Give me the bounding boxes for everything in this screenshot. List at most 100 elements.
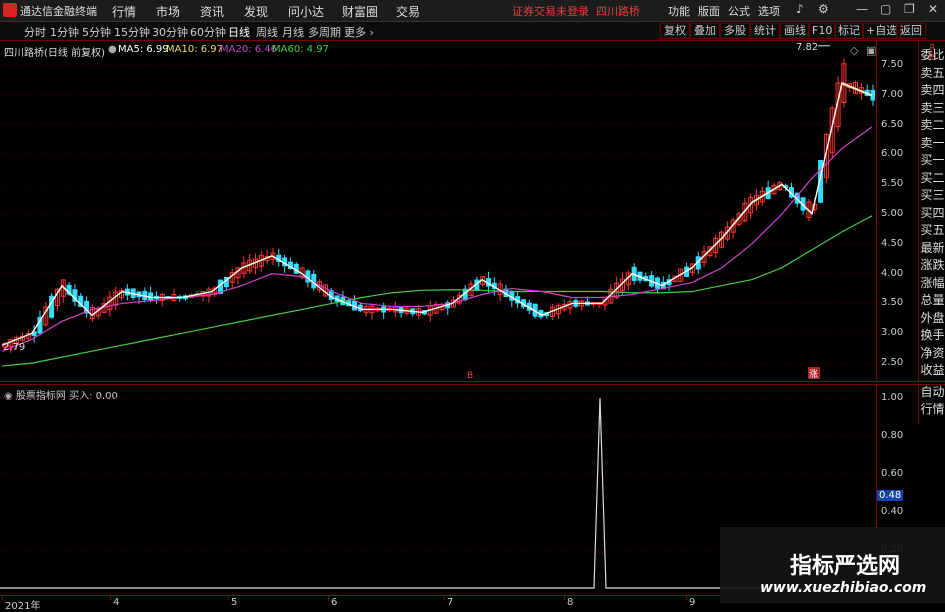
price-tick: 3.00 (881, 327, 904, 339)
price-tick: 7.50 (881, 58, 904, 70)
low-price-label: 2.79 (3, 342, 25, 353)
date-tick-mark (444, 596, 445, 600)
menu-formula[interactable]: 公式 (728, 3, 750, 19)
auto-tab-1[interactable]: 行情 (919, 403, 945, 416)
price-tick: 2.50 (881, 357, 904, 369)
signal-tick: 1.00 (881, 392, 904, 403)
signal-tick: 0.60 (881, 468, 904, 479)
side-tab-17[interactable]: 净资 (919, 346, 945, 360)
side-tab-18[interactable]: 收益 (919, 364, 945, 377)
login-notice[interactable]: 证券交易未登录 四川路桥 (512, 3, 640, 19)
tab-intraday[interactable]: 分时 (24, 24, 46, 40)
gear-icon[interactable]: ⚙ (818, 2, 829, 16)
period-toolbar: 分时 1分钟 5分钟 15分钟 30分钟 60分钟 日线 周线 月线 多周期 更… (0, 22, 945, 41)
current-signal-value: 0.48 (877, 489, 904, 501)
price-tick: 4.00 (881, 267, 904, 279)
side-tab-6[interactable]: 买一 (919, 154, 945, 167)
side-tab-11[interactable]: 最新 (919, 241, 945, 255)
rise-marker: 涨 (809, 369, 818, 380)
stock-name-title: 四川路桥 (596, 5, 640, 18)
watermark-title: 指标严选网 (790, 554, 901, 579)
menu-assistant[interactable]: 问小达 (288, 3, 324, 20)
watermark-url: www.xuezhibiao.com (760, 580, 927, 596)
side-tab-15[interactable]: 外盘 (919, 311, 945, 325)
f10-button[interactable]: F10 (808, 23, 837, 39)
side-tab-5[interactable]: 卖一 (919, 136, 945, 150)
menu-function[interactable]: 功能 (668, 3, 690, 19)
price-tick: 3.50 (881, 297, 904, 309)
price-tick: 6.50 (881, 118, 904, 130)
date-tick: 5 (231, 597, 238, 608)
side-tab-1[interactable]: 卖五 (919, 66, 945, 80)
side-tab-10[interactable]: 买五 (919, 224, 945, 237)
side-tab-12[interactable]: 涨跌 (919, 259, 945, 272)
side-tab-9[interactable]: 买四 (919, 206, 945, 220)
side-tab-16[interactable]: 换手 (919, 329, 945, 342)
side-tab-2[interactable]: 卖四 (919, 84, 945, 97)
signal-tick: 0.40 (881, 506, 904, 517)
side-tab-14[interactable]: 总量 (919, 294, 945, 307)
date-tick-mark (110, 596, 111, 600)
minimize-icon[interactable]: — (856, 2, 868, 16)
date-tick: 8 (567, 597, 574, 608)
side-tab-7[interactable]: 买二 (919, 171, 945, 185)
menu-market[interactable]: 市场 (156, 3, 180, 20)
price-tick: 5.50 (881, 178, 904, 190)
signal-tick: 0.80 (881, 430, 904, 441)
app-logo-icon (3, 3, 17, 17)
menu-layout[interactable]: 版面 (698, 3, 720, 19)
date-tick: 9 (689, 597, 696, 608)
date-tick-mark (686, 596, 687, 600)
menu-quotes[interactable]: 行情 (112, 3, 136, 20)
side-tab-3[interactable]: 卖三 (919, 101, 945, 115)
date-tick: 6 (331, 597, 338, 608)
high-price-label: 7.82 (796, 42, 818, 53)
menu-discover[interactable]: 发现 (244, 3, 268, 20)
date-tick-mark (228, 596, 229, 600)
side-tab-8[interactable]: 买三 (919, 189, 945, 202)
tab-5min[interactable]: 5分钟 (82, 24, 111, 40)
tab-weekly[interactable]: 周线 (256, 24, 278, 40)
tab-multi-period[interactable]: 多周期 (308, 24, 341, 40)
maximize-icon[interactable]: ▢ (880, 2, 891, 16)
draw-button[interactable]: 画线 (780, 23, 810, 39)
menu-wealth[interactable]: 财富圈 (342, 3, 378, 20)
auto-tab-0[interactable]: 自动 (919, 386, 945, 399)
tab-monthly[interactable]: 月线 (282, 24, 304, 40)
title-bar: 通达信金融终端 行情 市场 资讯 发现 问小达 财富圈 交易 证券交易未登录 四… (0, 0, 945, 22)
auto-quote-tabs: 自动 行情 (918, 384, 945, 424)
date-tick: 7 (447, 597, 454, 608)
menu-trade[interactable]: 交易 (396, 3, 420, 20)
restore-icon[interactable]: ❐ (904, 2, 915, 16)
date-tick-mark (2, 596, 3, 600)
tab-30min[interactable]: 30分钟 (152, 24, 188, 40)
back-button[interactable]: 返回 (896, 23, 926, 39)
quote-side-tabs: R 融委比 卖五 卖四 卖三 卖二 卖一 买一 买二 买三 买四 买五 最新 涨跌 涨幅 总量 外盘 换手 净资 收益 (918, 41, 945, 381)
close-icon[interactable]: ✕ (928, 2, 938, 16)
overlay-button[interactable]: 叠加 (690, 23, 720, 39)
menu-news[interactable]: 资讯 (200, 3, 224, 20)
tab-60min[interactable]: 60分钟 (190, 24, 226, 40)
adjust-button[interactable]: 复权 (660, 23, 690, 39)
price-tick: 5.00 (881, 207, 904, 219)
date-tick: 4 (113, 597, 120, 608)
mark-button[interactable]: 标记 (834, 23, 864, 39)
menu-options[interactable]: 选项 (758, 3, 780, 19)
side-tab-4[interactable]: 卖二 (919, 119, 945, 132)
date-tick-mark (328, 596, 329, 600)
tab-daily[interactable]: 日线 (228, 24, 250, 40)
multi-stock-button[interactable]: 多股 (720, 23, 750, 39)
date-tick: 2021年 (5, 601, 41, 612)
tab-1min[interactable]: 1分钟 (50, 24, 79, 40)
tab-15min[interactable]: 15分钟 (114, 24, 150, 40)
tab-more[interactable]: 更多 › (344, 24, 374, 40)
side-tab-0[interactable]: 委比 (919, 49, 945, 62)
side-tab-13[interactable]: 涨幅 (919, 276, 945, 290)
stats-button[interactable]: 统计 (750, 23, 780, 39)
price-axis: 7.50 7.00 6.50 6.00 5.50 5.00 4.50 4.00 3.50 3.00… (876, 41, 919, 381)
price-tick: 7.00 (881, 88, 904, 100)
app-name: 通达信金融终端 (20, 5, 97, 18)
ma20-line (1, 126, 873, 352)
bell-icon[interactable]: ♪ (796, 2, 804, 16)
candlestick-chart[interactable]: 7.82 2.79 B 涨 (0, 41, 875, 381)
